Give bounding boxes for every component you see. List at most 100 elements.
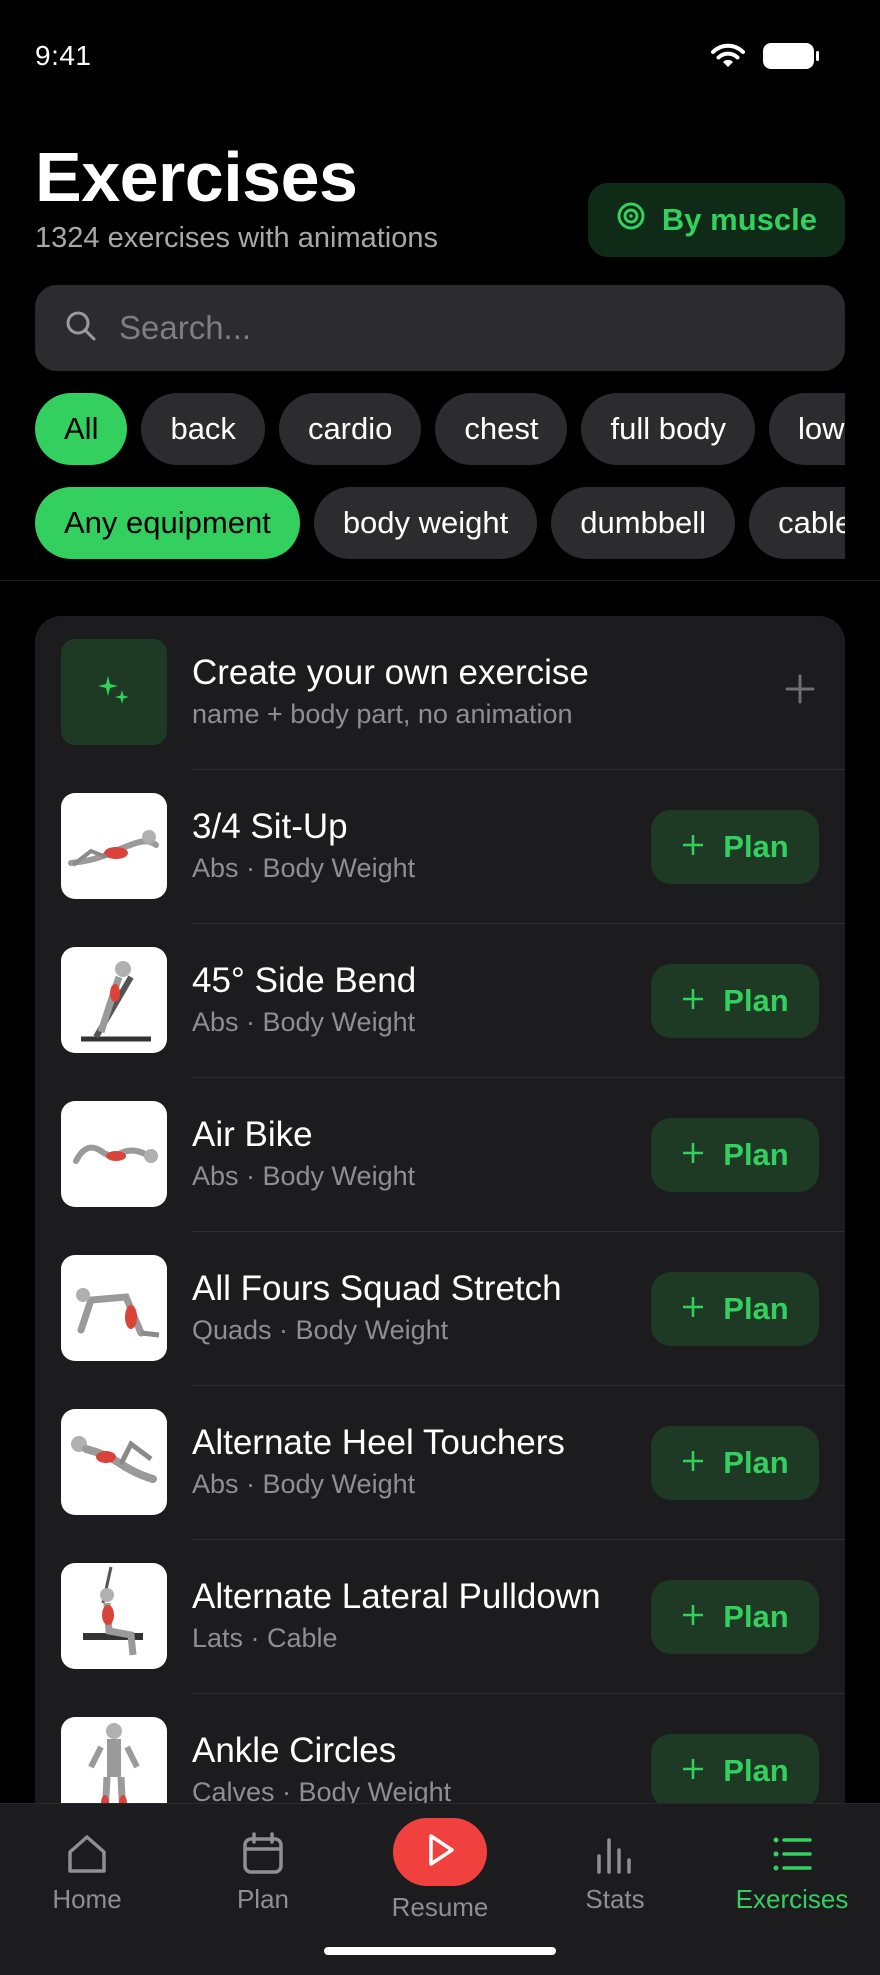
body-part-filter: All back cardio chest full body lower le… <box>35 393 845 465</box>
exercise-texts: Alternate Lateral Pulldown Lats · Cable <box>192 1576 601 1656</box>
tab-resume-label[interactable]: Resume <box>370 1892 510 1923</box>
tab-plan[interactable]: Plan <box>193 1832 333 1915</box>
exercise-row[interactable]: Alternate Heel Touchers Abs · Body Weigh… <box>35 1386 845 1540</box>
sparkle-icon <box>61 639 167 745</box>
exercise-texts: Air Bike Abs · Body Weight <box>192 1114 415 1194</box>
plus-icon <box>681 1137 705 1173</box>
exercise-name: Ankle Circles <box>192 1731 397 1770</box>
chip-full-body[interactable]: full body <box>581 393 755 465</box>
tab-exercises-label: Exercises <box>735 1884 849 1914</box>
exercise-thumbnail <box>61 793 167 899</box>
tab-home[interactable]: Home <box>17 1832 157 1915</box>
by-muscle-button[interactable]: By muscle <box>587 183 845 257</box>
plus-icon <box>681 829 705 865</box>
exercise-name: 45° Side Bend <box>192 961 417 1000</box>
exercise-meta: Quads · Body Weight <box>192 1315 449 1345</box>
chip-chest[interactable]: chest <box>435 393 568 465</box>
add-to-plan-button[interactable]: Plan <box>651 810 819 884</box>
exercise-texts: 3/4 Sit-Up Abs · Body Weight <box>192 806 415 886</box>
tab-stats[interactable]: Stats <box>545 1832 685 1915</box>
exercise-row[interactable]: Ankle Circles Calves · Body Weight Plan <box>35 1694 845 1806</box>
plan-label: Plan <box>723 1137 789 1172</box>
exercise-name: Air Bike <box>192 1115 313 1154</box>
list-icon <box>722 1832 862 1876</box>
play-icon <box>423 1832 457 1873</box>
exercise-row[interactable]: 3/4 Sit-Up Abs · Body Weight Plan <box>35 770 845 924</box>
exercise-name: 3/4 Sit-Up <box>192 807 348 846</box>
add-to-plan-button[interactable]: Plan <box>651 1580 819 1654</box>
target-icon <box>616 201 646 239</box>
exercise-thumbnail <box>61 1101 167 1207</box>
tab-stats-label: Stats <box>585 1884 645 1914</box>
exercise-name: Alternate Lateral Pulldown <box>192 1577 601 1616</box>
plus-icon <box>681 983 705 1019</box>
exercise-row[interactable]: Alternate Lateral Pulldown Lats · Cable … <box>35 1540 845 1694</box>
exercise-row[interactable]: 45° Side Bend Abs · Body Weight Plan <box>35 924 845 1078</box>
add-to-plan-button[interactable]: Plan <box>651 1426 819 1500</box>
chip-all[interactable]: All <box>35 393 128 465</box>
exercise-thumbnail <box>61 1717 167 1806</box>
exercise-name: All Fours Squad Stretch <box>192 1269 562 1308</box>
chip-any-equipment[interactable]: Any equipment <box>35 487 300 559</box>
search-bar[interactable] <box>35 285 845 371</box>
tab-exercises[interactable]: Exercises <box>722 1832 862 1915</box>
exercise-row[interactable]: All Fours Squad Stretch Quads · Body Wei… <box>35 1232 845 1386</box>
exercise-list: Create your own exercise name + body par… <box>35 616 845 1806</box>
plan-label: Plan <box>723 1445 789 1480</box>
exercise-name: Alternate Heel Touchers <box>192 1423 565 1462</box>
tab-home-label: Home <box>52 1884 122 1914</box>
exercise-thumbnail <box>61 947 167 1053</box>
status-bar: 9:41 <box>0 0 880 110</box>
tab-plan-label: Plan <box>236 1884 290 1914</box>
chip-back[interactable]: back <box>141 393 265 465</box>
exercise-row[interactable]: Air Bike Abs · Body Weight Plan <box>35 1078 845 1232</box>
chip-body-weight[interactable]: body weight <box>313 487 538 559</box>
exercise-meta: Abs · Body Weight <box>192 1469 416 1499</box>
plan-label: Plan <box>723 829 789 864</box>
exercise-thumbnail <box>61 1409 167 1515</box>
exercise-thumbnail <box>61 1255 167 1361</box>
create-exercise-row[interactable]: Create your own exercise name + body par… <box>35 616 845 770</box>
plan-label: Plan <box>723 1291 789 1326</box>
plus-icon <box>681 1291 705 1327</box>
search-icon <box>65 310 97 347</box>
chip-dumbbell[interactable]: dumbbell <box>551 487 736 559</box>
home-icon <box>17 1832 157 1876</box>
calendar-icon <box>193 1832 333 1876</box>
page-header: Exercises 1324 exercises with animations… <box>35 135 845 265</box>
status-time: 9:41 <box>35 40 92 71</box>
plan-label: Plan <box>723 1599 789 1634</box>
add-to-plan-button[interactable]: Plan <box>651 1272 819 1346</box>
resume-button[interactable] <box>393 1818 487 1886</box>
create-exercise-texts: Create your own exercise name + body par… <box>192 652 589 732</box>
exercise-meta: Lats · Cable <box>192 1623 338 1653</box>
exercise-texts: All Fours Squad Stretch Quads · Body Wei… <box>192 1268 562 1348</box>
plus-icon <box>681 1599 705 1635</box>
exercise-meta: Abs · Body Weight <box>192 1007 416 1037</box>
exercise-texts: Alternate Heel Touchers Abs · Body Weigh… <box>192 1422 565 1502</box>
plan-label: Plan <box>723 1753 789 1788</box>
exercise-meta: Calves · Body Weight <box>192 1777 452 1806</box>
battery-icon <box>762 42 820 70</box>
by-muscle-label: By muscle <box>661 202 817 237</box>
add-to-plan-button[interactable]: Plan <box>651 1118 819 1192</box>
plus-icon <box>681 1753 705 1789</box>
plan-label: Plan <box>723 983 789 1018</box>
chip-cable[interactable]: cable <box>749 487 845 559</box>
status-icons <box>710 42 820 70</box>
exercise-thumbnail <box>61 1563 167 1669</box>
exercise-meta: Abs · Body Weight <box>192 1161 416 1191</box>
exercise-texts: 45° Side Bend Abs · Body Weight <box>192 960 416 1040</box>
plus-icon[interactable] <box>785 674 815 709</box>
create-exercise-title: Create your own exercise <box>192 653 589 692</box>
exercise-meta: Abs · Body Weight <box>192 853 416 883</box>
wifi-icon <box>710 42 746 70</box>
divider <box>0 580 880 581</box>
chip-cardio[interactable]: cardio <box>278 393 422 465</box>
home-indicator <box>324 1947 556 1955</box>
add-to-plan-button[interactable]: Plan <box>651 1734 819 1806</box>
chip-lower-legs[interactable]: lower legs <box>768 393 845 465</box>
add-to-plan-button[interactable]: Plan <box>651 964 819 1038</box>
search-input[interactable] <box>119 309 799 347</box>
plus-icon <box>681 1445 705 1481</box>
